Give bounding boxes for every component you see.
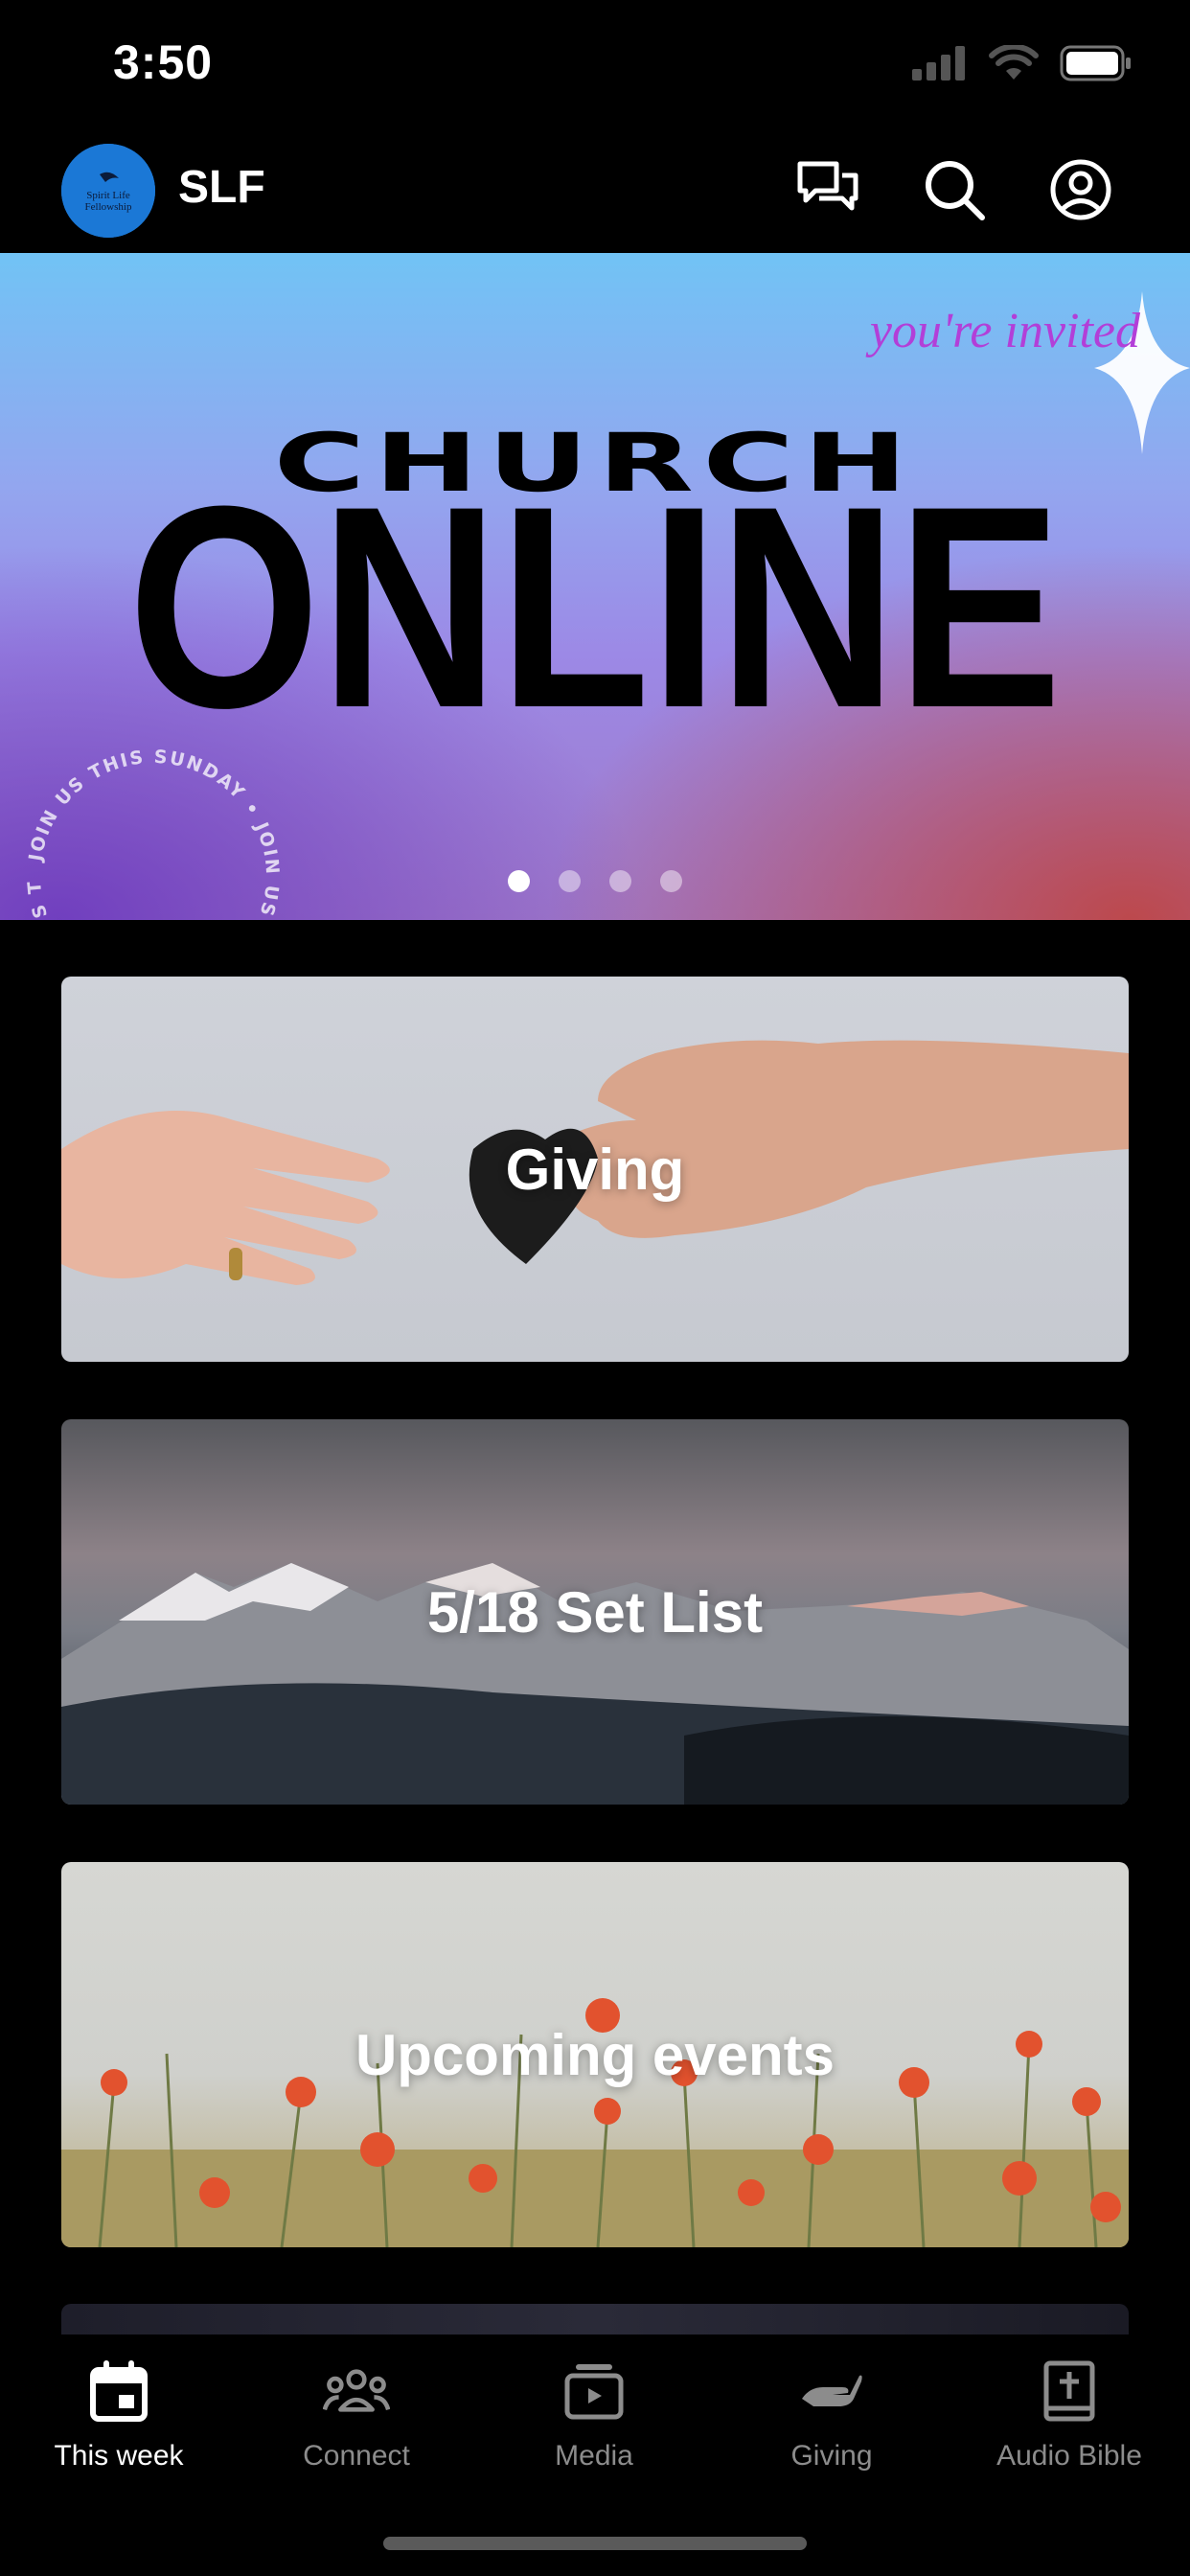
giving-card[interactable]: Giving <box>61 977 1129 1362</box>
upcoming-events-card[interactable]: Upcoming events <box>61 1862 1129 2247</box>
wifi-icon <box>989 45 1039 80</box>
chat-icon <box>797 161 858 211</box>
tab-giving[interactable]: Giving <box>713 2358 950 2472</box>
calendar-icon <box>85 2358 152 2425</box>
carousel-dot[interactable] <box>559 870 581 892</box>
card-label: Giving <box>505 1137 685 1202</box>
search-icon <box>926 161 985 220</box>
app-header: Spirit Life Fellowship SLF <box>0 134 1190 253</box>
tab-label: This week <box>54 2440 184 2472</box>
tab-label: Giving <box>790 2440 873 2472</box>
svg-text:JOIN US THIS SUNDAY • JOIN US: JOIN US THIS SUNDAY • JOIN US THIS SUNDA… <box>19 742 283 920</box>
status-icons <box>912 44 1133 82</box>
app-title: SLF <box>178 162 265 213</box>
messages-button[interactable] <box>793 155 862 224</box>
tab-label: Audio Bible <box>996 2440 1142 2472</box>
giving-hand-icon <box>798 2358 865 2425</box>
carousel-dot[interactable] <box>660 870 682 892</box>
tab-label: Media <box>555 2440 633 2472</box>
cellular-signal-icon <box>912 46 965 80</box>
bible-icon <box>1036 2358 1103 2425</box>
hero-carousel[interactable]: you're invited CHURCH ONLINE JOIN US THI… <box>0 253 1190 920</box>
card-label: 5/18 Set List <box>426 1579 764 1644</box>
hero-headline-main: ONLINE <box>127 446 1063 768</box>
svg-text:Spirit Life: Spirit Life <box>86 190 130 201</box>
invited-text: you're invited <box>869 304 1140 358</box>
tab-audio-bible[interactable]: Audio Bible <box>950 2358 1188 2472</box>
carousel-dot[interactable] <box>609 870 631 892</box>
tab-media[interactable]: Media <box>475 2358 713 2472</box>
tab-connect[interactable]: Connect <box>238 2358 475 2472</box>
church-logo[interactable]: Spirit Life Fellowship <box>61 144 155 238</box>
account-icon <box>1050 159 1111 220</box>
battery-icon <box>1060 45 1131 81</box>
church-logo-image: Spirit Life Fellowship <box>61 144 155 238</box>
tab-this-week[interactable]: This week <box>0 2358 238 2472</box>
carousel-dots <box>0 870 1190 892</box>
search-button[interactable] <box>920 155 989 224</box>
set-list-card[interactable]: 5/18 Set List <box>61 1419 1129 1805</box>
tab-label: Connect <box>303 2440 410 2472</box>
circular-badge-text: JOIN US THIS SUNDAY • JOIN US THIS SUNDA… <box>19 742 283 920</box>
people-icon <box>323 2358 390 2425</box>
status-time: 3:50 <box>113 35 214 89</box>
profile-button[interactable] <box>1046 155 1115 224</box>
carousel-dot[interactable] <box>508 870 530 892</box>
status-bar: 3:50 <box>0 0 1190 134</box>
media-icon <box>561 2358 628 2425</box>
card-label: Upcoming events <box>355 2022 835 2087</box>
svg-text:Fellowship: Fellowship <box>85 201 132 213</box>
home-indicator[interactable] <box>383 2537 807 2550</box>
